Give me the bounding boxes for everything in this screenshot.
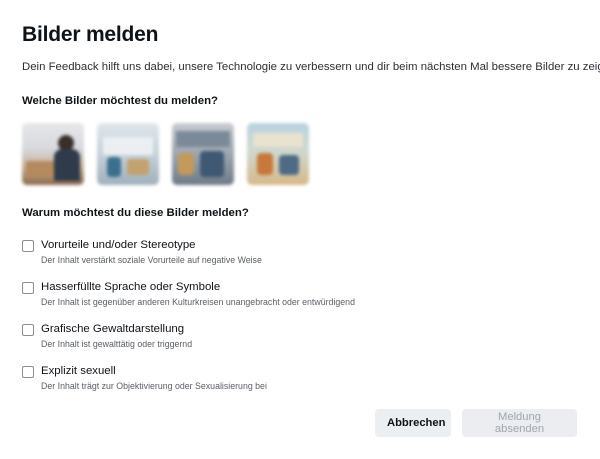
option-label: Explizit sexuell: [41, 365, 116, 377]
option-description: Der Inhalt trägt zur Objektivierung oder…: [41, 381, 267, 391]
reason-question: Warum möchtest du diese Bilder melden?: [22, 207, 249, 219]
reason-option[interactable]: Explizit sexuell Der Inhalt trägt zur Ob…: [22, 364, 578, 392]
option-label: Vorurteile und/oder Stereotype: [41, 239, 196, 251]
images-question: Welche Bilder möchtest du melden?: [22, 95, 218, 107]
option-label: Hasserfüllte Sprache oder Symbole: [41, 281, 221, 293]
submit-report-button[interactable]: Meldung absenden: [462, 409, 577, 437]
reason-options: Vorurteile und/oder Stereotype Der Inhal…: [22, 238, 578, 392]
image-thumbnail[interactable]: [247, 123, 309, 185]
checkbox[interactable]: [22, 366, 34, 378]
image-thumbnail[interactable]: [22, 123, 84, 185]
option-description: Der Inhalt ist gewalttätig oder triggern…: [41, 339, 193, 349]
image-thumbnail[interactable]: [172, 123, 234, 185]
dialog-title: Bilder melden: [22, 23, 159, 46]
reason-option[interactable]: Hasserfüllte Sprache oder Symbole Der In…: [22, 280, 578, 308]
reason-option[interactable]: Vorurteile und/oder Stereotype Der Inhal…: [22, 238, 578, 266]
dialog-subtitle: Dein Feedback hilft uns dabei, unsere Te…: [22, 61, 600, 73]
image-thumbnails: [22, 123, 578, 185]
cancel-button[interactable]: Abbrechen: [375, 409, 451, 437]
option-description: Der Inhalt verstärkt soziale Vorurteile …: [41, 255, 262, 265]
reason-option[interactable]: Grafische Gewaltdarstellung Der Inhalt i…: [22, 322, 578, 350]
dialog-actions: Abbrechen Meldung absenden: [375, 409, 577, 437]
image-thumbnail[interactable]: [97, 123, 159, 185]
option-label: Grafische Gewaltdarstellung: [41, 323, 185, 335]
checkbox[interactable]: [22, 324, 34, 336]
option-description: Der Inhalt ist gegenüber anderen Kulturk…: [41, 297, 355, 307]
checkbox[interactable]: [22, 282, 34, 294]
report-images-dialog: Bilder melden Dein Feedback hilft uns da…: [0, 0, 600, 459]
checkbox[interactable]: [22, 240, 34, 252]
